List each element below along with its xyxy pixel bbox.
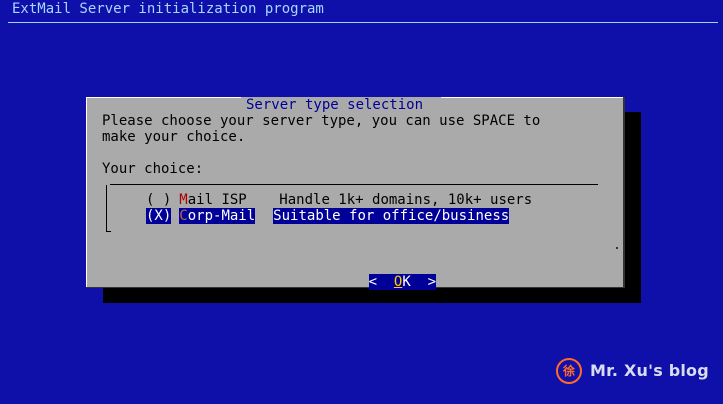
radio-option-corp-mail[interactable]: (X) Corp-Mail Suitable for office/business: [146, 208, 510, 224]
option-name: Corp-Mail: [179, 208, 256, 224]
option-name-rest: orp-Mail: [187, 208, 256, 224]
backtitle: ExtMail Server initialization program: [12, 1, 324, 17]
option-hotkey: C: [179, 208, 188, 224]
option-description: Handle 1k+ domains, 10k+ users: [279, 192, 533, 208]
blog-watermark: 徐 Mr. Xu's blog: [556, 357, 709, 385]
dialog-title: Server type selection: [246, 97, 424, 113]
option-name-rest: ail ISP: [187, 192, 247, 208]
list-border-left: [106, 185, 107, 232]
list-border-foot: [106, 231, 111, 232]
prompt-line-2: make your choice.: [102, 129, 246, 145]
radio-marker[interactable]: (X): [146, 208, 172, 224]
backtitle-rule: [8, 22, 718, 23]
prompt-line-1: Please choose your server type, you can …: [102, 113, 541, 129]
ok-button-wrap: < OK >: [318, 258, 437, 290]
ok-bracket-left: <: [368, 274, 378, 290]
ok-label-rest: K: [402, 274, 411, 290]
blog-logo-icon: 徐: [556, 358, 582, 384]
ok-button[interactable]: < OK >: [368, 274, 437, 290]
choice-label: Your choice:: [102, 161, 204, 177]
option-hotkey: M: [179, 192, 188, 208]
dialog-border-top-right: [441, 97, 625, 98]
radio-option-mail-isp[interactable]: ( ) Mail ISP Handle 1k+ domains, 10k+ user…: [146, 192, 532, 208]
dialog-border-right: [623, 97, 625, 288]
radio-marker[interactable]: ( ): [146, 192, 171, 208]
ok-bracket-right: >: [427, 274, 437, 290]
option-name: Mail ISP: [179, 192, 279, 208]
dialog-border-left: [86, 97, 87, 288]
server-type-dialog: Server type selection Please choose your…: [86, 97, 625, 290]
terminal-screen: ExtMail Server initialization program Se…: [0, 0, 723, 404]
watermark-text: Mr. Xu's blog: [590, 361, 709, 380]
scroll-indicator: [616, 247, 618, 249]
option-description: Suitable for office/business: [273, 208, 510, 224]
dialog-border-top-left: [86, 97, 241, 98]
dialog-prompt: Please choose your server type, you can …: [102, 113, 602, 145]
list-border-top: [110, 184, 598, 185]
